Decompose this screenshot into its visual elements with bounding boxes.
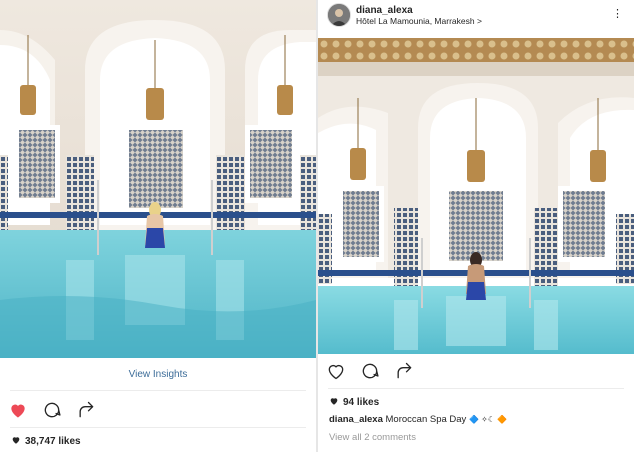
right-post: diana_alexa Hôtel La Mamounia, Marrakesh… [318,0,634,452]
comment-icon[interactable] [360,361,380,381]
separator [328,388,624,389]
likes-count[interactable]: 94 likes [329,396,379,409]
post-header: diana_alexa Hôtel La Mamounia, Marrakesh… [318,0,634,38]
location-link[interactable]: Hôtel La Mamounia, Marrakesh > [356,16,482,26]
username[interactable]: diana_alexa [356,5,413,16]
post-photo-left[interactable] [0,0,316,358]
caption-username[interactable]: diana_alexa [329,414,383,425]
pool-scene-illustration [0,0,316,358]
left-post: View Insights 38,747 likes [0,0,316,452]
more-icon[interactable]: ⋮ [612,7,624,20]
small-heart-icon [329,396,339,409]
caption-text: Moroccan Spa Day [385,414,467,425]
likes-text: 94 likes [343,397,380,408]
pool-scene-illustration [318,38,634,354]
location-text: Hôtel La Mamounia, Marrakesh [356,16,475,26]
likes-text: 38,747 likes [25,436,81,447]
small-heart-icon [11,435,21,448]
likes-count[interactable]: 38,747 likes [11,435,81,448]
action-bar [326,361,414,381]
avatar[interactable] [327,3,351,27]
separator [10,427,306,428]
caption: diana_alexa Moroccan Spa Day 🔷 ✧☾ 🔶 [329,414,507,425]
action-bar [8,400,96,420]
view-comments-link[interactable]: View all 2 comments [329,432,416,443]
heart-icon[interactable] [8,400,28,420]
separator [10,390,306,391]
view-insights-link[interactable]: View Insights [0,369,316,380]
heart-outline-icon[interactable] [326,361,346,381]
share-icon[interactable] [394,361,414,381]
caption-emoji: 🔷 ✧☾ 🔶 [468,415,508,424]
share-icon[interactable] [76,400,96,420]
chevron-right-icon: > [476,16,482,26]
post-photo-right[interactable] [318,38,634,354]
comment-icon[interactable] [42,400,62,420]
